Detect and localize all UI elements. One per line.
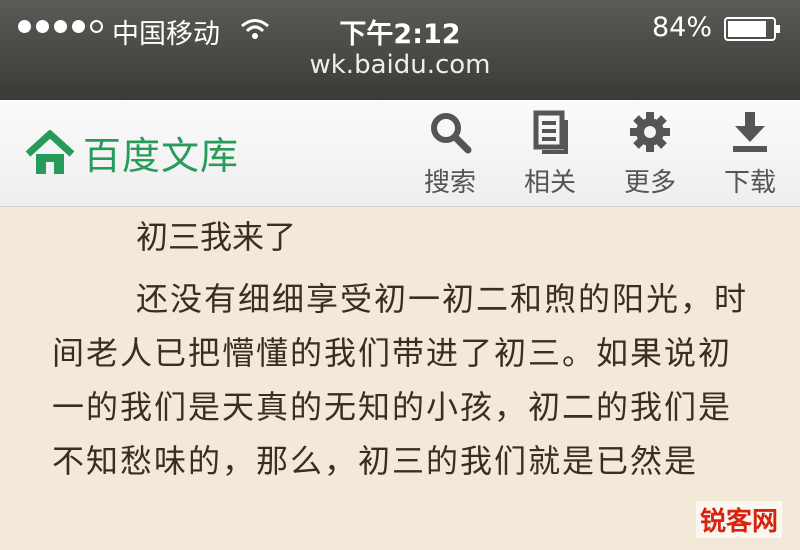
related-button[interactable]: 相关: [510, 110, 590, 199]
document-icon: [533, 110, 568, 154]
article: 初三我来了 还没有细细享受初一初二和煦的阳光，时间老人已把懵懂的我们带进了初三。…: [52, 212, 752, 488]
site-watermark: 锐客网: [695, 501, 782, 538]
article-paragraph: 还没有细细享受初一初二和煦的阳光，时间老人已把懵懂的我们带进了初三。如果说初一的…: [52, 280, 749, 480]
search-button[interactable]: 搜索: [410, 110, 490, 199]
app-nav-bar: 百度文库 搜索 相关 更多 下载: [0, 100, 800, 207]
brand-name: 百度文库: [83, 134, 240, 178]
more-label: 更多: [623, 168, 676, 198]
gear-icon: [630, 112, 670, 152]
search-label: 搜索: [423, 168, 476, 198]
battery-icon: [724, 17, 780, 41]
top-bar: 中国移动 下午2:12 84% wk.baidu.com: [0, 0, 800, 100]
status-bar: 中国移动 下午2:12 84%: [0, 8, 800, 50]
related-label: 相关: [523, 168, 576, 198]
download-button[interactable]: 下载: [710, 110, 790, 199]
brand-home-link[interactable]: 百度文库: [25, 125, 239, 180]
battery-percent: 84%: [651, 12, 712, 43]
more-button[interactable]: 更多: [610, 110, 690, 199]
download-label: 下载: [723, 168, 776, 198]
home-icon: [25, 129, 75, 174]
article-title: 初三我来了: [136, 218, 297, 256]
url-bar[interactable]: wk.baidu.com: [0, 50, 800, 80]
download-icon: [733, 112, 767, 152]
search-icon: [431, 113, 472, 154]
